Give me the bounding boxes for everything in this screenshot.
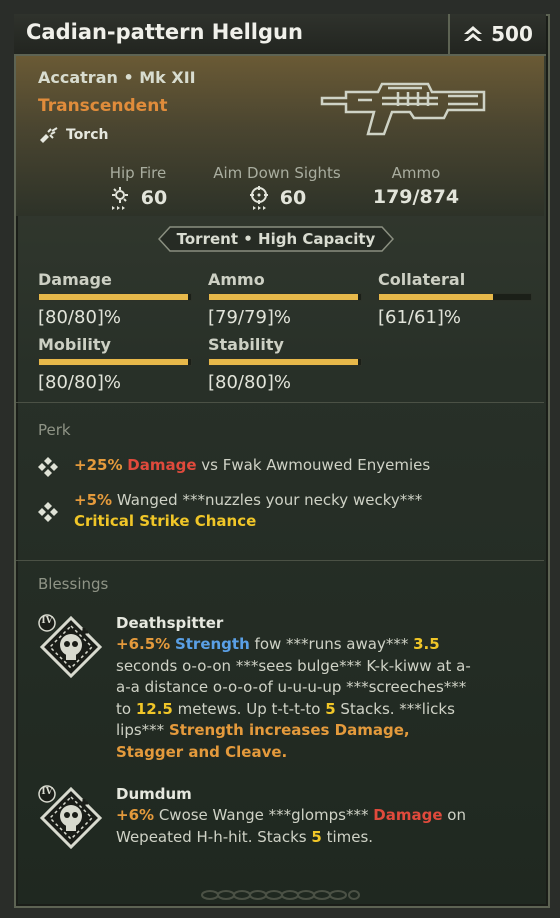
blessing-tier: IV [41, 616, 53, 626]
stat-name: Collateral [378, 270, 466, 289]
torch-icon [40, 127, 58, 143]
blessing-number: 5 [311, 827, 322, 846]
blessing-number: 12.5 [135, 699, 173, 718]
ammo-top-label: Ammo [391, 164, 441, 182]
stat-bar-fill [209, 359, 358, 365]
stat-bar-fill [379, 294, 493, 300]
hip-fire-stat: Hip Fire 60 [102, 164, 174, 210]
blessing-text: times. [326, 827, 374, 846]
ammo-top-value: 179/874 [372, 186, 460, 208]
stat-stability: Stability [80/80]% [208, 335, 362, 393]
stat-value: [61/61]% [378, 307, 462, 328]
blessing-keyword: Damage [373, 806, 443, 824]
weapon-subtitle: Accatran • Mk XII [38, 68, 196, 87]
card-header: Cadian-pattern Hellgun 500 [14, 14, 546, 56]
blessing-amount: +6% [116, 806, 155, 824]
perk-item: +25% Damage vs Fwak Awmouwed Enyemies [38, 455, 518, 477]
perk-item: +5% Wanged ***nuzzles your necky wecky**… [38, 490, 518, 532]
blessing-keyword: Strength [174, 635, 250, 653]
stat-bar-fill [39, 294, 188, 300]
blessings-section-title: Blessings [38, 575, 109, 593]
ads-stat: Aim Down Sights 60 [204, 164, 350, 210]
special-action: Torch [38, 126, 108, 144]
stat-bar [38, 293, 192, 301]
perk-keyword: Critical Strike Chance [74, 512, 257, 530]
stat-name: Stability [208, 335, 284, 354]
hip-fire-value: 60 [140, 187, 168, 209]
blessing-text: fow ***runs away*** [254, 635, 409, 653]
stat-bar [208, 358, 362, 366]
divider [16, 402, 544, 403]
stat-value: [80/80]% [38, 372, 122, 393]
traits-banner: Torrent • High Capacity [158, 226, 394, 252]
stat-bar-fill [209, 294, 358, 300]
blessing-description: +6% Cwose Wange ***glomps*** Damage on W… [116, 805, 476, 848]
chain-ornament [201, 890, 360, 900]
stat-value: [79/79]% [208, 307, 292, 328]
stat-name: Mobility [38, 335, 111, 354]
perk-amount: +5% [74, 491, 113, 509]
ads-value: 60 [279, 187, 307, 209]
blessing-amount: +6.5% [116, 635, 171, 653]
hellgun-silhouette-icon [320, 82, 486, 136]
crosshair-icon [249, 186, 268, 210]
stat-value: [80/80]% [38, 307, 122, 328]
cost-value: 500 [491, 22, 533, 46]
perk-keyword: Damage [127, 456, 197, 474]
stat-name: Damage [38, 270, 112, 289]
blessing-tier: IV [41, 787, 53, 797]
stat-bar-fill [39, 359, 188, 365]
traits-label: Torrent • High Capacity [176, 230, 376, 248]
blessing-text: metews. Up t-t-t-to [177, 699, 321, 718]
perk-amount: +25% [74, 456, 123, 474]
hip-fire-icon [111, 187, 128, 210]
stat-damage: Damage [80/80]% [38, 270, 192, 328]
stat-ammo: Ammo [79/79]% [208, 270, 362, 328]
stat-name: Ammo [208, 270, 265, 289]
blessing-description: +6.5% Strength fow ***runs away*** 3.5 s… [116, 634, 476, 763]
divider [16, 560, 544, 561]
stat-bar [38, 358, 192, 366]
weapon-title: Cadian-pattern Hellgun [26, 20, 303, 44]
stat-collateral: Collateral [61/61]% [378, 270, 532, 328]
blessing-text: Cwose Wange ***glomps*** [158, 806, 369, 824]
blessing-name: Dumdum [116, 785, 192, 803]
blessing-name: Deathspitter [116, 614, 224, 632]
diamond-icon [38, 457, 58, 477]
diamond-icon [38, 502, 58, 522]
perk-text: Wanged ***nuzzles your necky wecky*** [116, 491, 423, 509]
stat-bar [378, 293, 532, 301]
blessing-number: 3.5 [413, 635, 440, 653]
special-action-label: Torch [66, 127, 109, 143]
ammo-top-stat: Ammo 179/874 [370, 164, 462, 208]
cost-badge: 500 [448, 14, 546, 54]
blessing-number: 5 [325, 699, 336, 718]
perk-text: vs Fwak Awmouwed Enyemies [201, 456, 431, 474]
stat-value: [80/80]% [208, 372, 292, 393]
stat-bar [208, 293, 362, 301]
ads-label: Aim Down Sights [213, 164, 341, 182]
perk-section-title: Perk [38, 421, 71, 439]
rarity-label: Transcendent [38, 96, 168, 116]
triangle-cost-icon [464, 26, 483, 41]
stat-mobility: Mobility [80/80]% [38, 335, 192, 393]
hip-fire-label: Hip Fire [109, 164, 167, 182]
